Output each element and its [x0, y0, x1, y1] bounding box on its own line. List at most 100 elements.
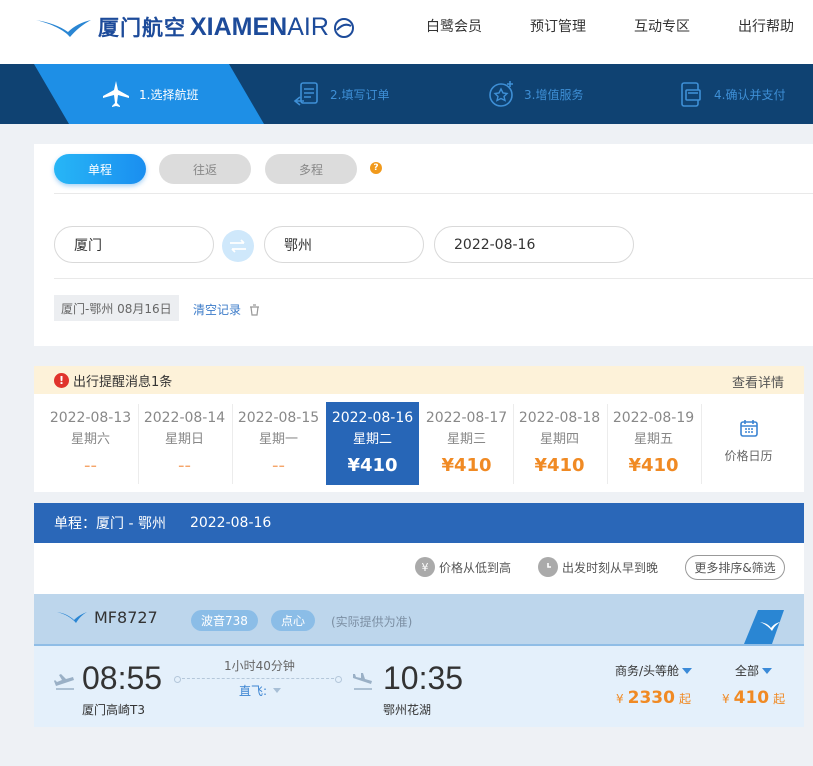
date-price: ¥410: [441, 455, 492, 476]
price-calendar-label: 价格日历: [724, 449, 773, 463]
date-text: 2022-08-13: [49, 410, 132, 426]
search-history-tag[interactable]: 厦门-鄂州 08月16日: [54, 295, 179, 321]
top-header: 厦门航空 XIAMENAIR 白鹭会员 预订管理 互动专区 出行帮助: [0, 0, 813, 64]
flight-number: MF8727: [94, 608, 158, 627]
weekday-text: 星期日: [164, 432, 204, 447]
weekday-text: 星期三: [446, 432, 486, 447]
tab-round-trip[interactable]: 往返: [159, 154, 251, 184]
swap-icon: [230, 239, 246, 253]
egret-logo-icon: [36, 20, 91, 37]
direct-flight-toggle[interactable]: 直飞:: [239, 682, 282, 699]
tab-multi-city[interactable]: 多程: [265, 154, 357, 184]
cabin-business-dropdown[interactable]: 商务/头等舱: [615, 662, 693, 679]
chevron-down-icon: [762, 667, 773, 674]
sort-bar: ¥ 价格从低到高 出发时刻从早到晚 更多排序&筛选: [34, 543, 804, 594]
price-suffix: 起: [773, 692, 786, 706]
price-calendar-button[interactable]: 价格日历: [702, 402, 795, 485]
chevron-down-icon: [682, 667, 693, 674]
weekday-text: 星期四: [539, 432, 579, 447]
date-text: 2022-08-18: [518, 410, 601, 426]
date-cell[interactable]: 2022-08-17 星期三 ¥410: [420, 402, 513, 485]
takeoff-icon: [54, 674, 74, 690]
weekday-text: 星期二: [352, 432, 392, 447]
flight-card-body[interactable]: 08:55 厦门高崎T3 1小时40分钟 直飞: 10:35 鄂州花湖 商务/头…: [34, 644, 804, 727]
date-text: 2022-08-19: [612, 410, 695, 426]
date-cell[interactable]: 2022-08-13 星期六 --: [44, 402, 137, 485]
currency-symbol: ¥: [616, 692, 624, 706]
skyteam-logo-icon: [333, 18, 354, 38]
date-price: --: [272, 455, 285, 476]
logo-cn-text: 厦门航空: [98, 16, 186, 40]
date-cell[interactable]: 2022-08-19 星期五 ¥410: [607, 402, 700, 485]
aircraft-tag: 波音738: [191, 610, 258, 631]
step-label: 4.确认并支付: [714, 87, 786, 102]
departure-time: 08:55: [82, 660, 163, 696]
yuan-icon: ¥: [415, 557, 435, 577]
swap-cities-button[interactable]: [222, 230, 254, 262]
notice-text: 出行提醒消息1条: [73, 374, 173, 390]
clear-history-button[interactable]: 清空记录: [193, 301, 260, 318]
form-icon: [292, 79, 322, 109]
flight-card-header: MF8727 波音738 点心 (实际提供为准): [34, 594, 804, 644]
chevron-down-icon: [273, 688, 282, 693]
route-title: 单程：厦门 - 鄂州: [54, 516, 166, 532]
flight-duration: 1小时40分钟: [224, 659, 295, 673]
nav-interactive[interactable]: 互动专区: [634, 16, 690, 36]
date-price-bar: 2022-08-13 星期六 -- 2022-08-14 星期日 -- 2022…: [34, 394, 804, 492]
logo-en-bold: XIAMEN: [190, 12, 288, 41]
logo-en-text: XIAMENAIR: [190, 13, 329, 42]
xiamenair-logo[interactable]: 厦门航空 XIAMENAIR: [34, 12, 357, 42]
step-confirm-pay: 4.确认并支付: [676, 64, 785, 124]
weekday-text: 星期六: [70, 432, 110, 447]
destination-city-input[interactable]: 鄂州: [264, 226, 424, 263]
date-text: 2022-08-16: [331, 410, 414, 426]
clear-history-label: 清空记录: [193, 303, 242, 317]
step-label: 1.选择航班: [139, 87, 199, 102]
sort-by-price-button[interactable]: ¥ 价格从低到高: [415, 557, 511, 577]
departure-date-input[interactable]: 2022-08-16: [434, 226, 634, 263]
business-price[interactable]: ¥ 2330 起: [616, 688, 691, 708]
sort-price-label: 价格从低到高: [439, 560, 512, 575]
calendar-icon: [739, 420, 758, 437]
divider: [54, 193, 813, 194]
nav-booking-manage[interactable]: 预订管理: [530, 16, 586, 36]
divider: [54, 278, 813, 279]
cabin-business-label: 商务/头等舱: [615, 664, 680, 678]
cabin-all-dropdown[interactable]: 全部: [735, 662, 773, 679]
economy-price[interactable]: ¥ 410 起: [722, 688, 785, 708]
logo-en-light: AIR: [287, 12, 329, 41]
route-date: 2022-08-16: [189, 515, 272, 531]
nav-travel-help[interactable]: 出行帮助: [738, 16, 794, 36]
arrival-time: 10:35: [383, 660, 464, 696]
price-suffix: 起: [678, 692, 691, 706]
date-price: ¥410: [534, 455, 585, 476]
economy-price-amount: 410: [733, 688, 770, 708]
date-cell[interactable]: 2022-08-18 星期四 ¥410: [513, 402, 606, 485]
date-cell[interactable]: 2022-08-14 星期日 --: [138, 402, 231, 485]
date-text: 2022-08-17: [425, 410, 508, 426]
clock-icon: [538, 557, 558, 577]
weekday-text: 星期五: [633, 432, 673, 447]
nav-member[interactable]: 白鹭会员: [426, 16, 482, 36]
origin-city-input[interactable]: 厦门: [54, 226, 214, 263]
help-question-icon[interactable]: ?: [370, 162, 382, 174]
date-price: ¥410: [347, 455, 398, 476]
tab-one-way[interactable]: 单程: [54, 154, 146, 184]
airline-logo-icon: [57, 612, 87, 623]
arrival-airport: 鄂州花湖: [383, 703, 432, 717]
departure-airport: 厦门高崎T3: [82, 703, 145, 717]
step-label: 2.填写订单: [330, 87, 390, 102]
sort-by-time-button[interactable]: 出发时刻从早到晚: [538, 557, 658, 577]
view-details-link[interactable]: 查看详情: [732, 372, 784, 391]
step-value-service: 3.增值服务: [486, 64, 583, 124]
step-fill-order: 2.填写订单: [292, 64, 389, 124]
date-price: --: [84, 455, 97, 476]
date-cell[interactable]: 2022-08-15 星期一 --: [232, 402, 325, 485]
date-cell-selected[interactable]: 2022-08-16 星期二 ¥410: [326, 402, 419, 485]
business-price-amount: 2330: [627, 688, 675, 708]
more-filter-button[interactable]: 更多排序&筛选: [685, 555, 785, 580]
search-panel: 单程 往返 多程 ? 厦门 鄂州 2022-08-16 厦门-鄂州 08月16日…: [34, 144, 813, 346]
booking-steps: 1.选择航班 2.填写订单 3.增值服务 4.确认并支付: [0, 64, 813, 124]
date-text: 2022-08-14: [143, 410, 226, 426]
step-label: 3.增值服务: [524, 87, 584, 102]
